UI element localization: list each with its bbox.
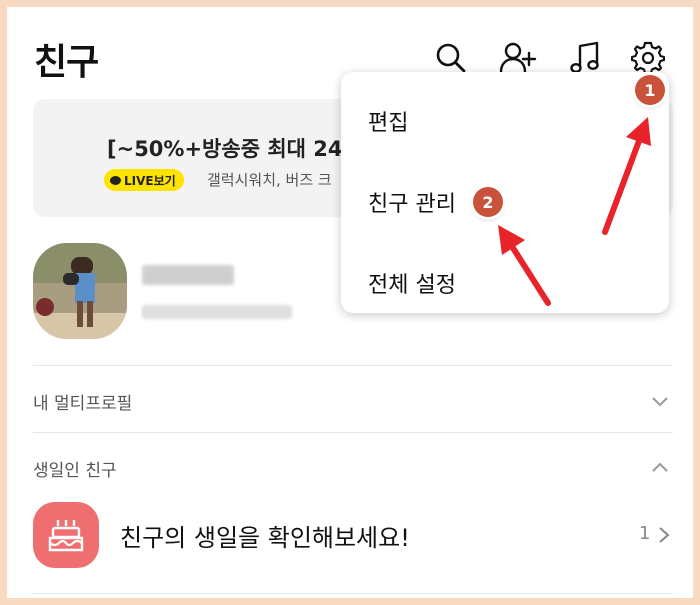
- annotation-badge-1: 1: [635, 75, 665, 105]
- app-frame: 친구 [~50%+방송중 최대 24 LIVE보기 갤럭시워치, 버즈 크 내 …: [0, 0, 700, 605]
- annotation-arrows: [498, 117, 651, 306]
- annotation-badge-2: 2: [473, 187, 503, 217]
